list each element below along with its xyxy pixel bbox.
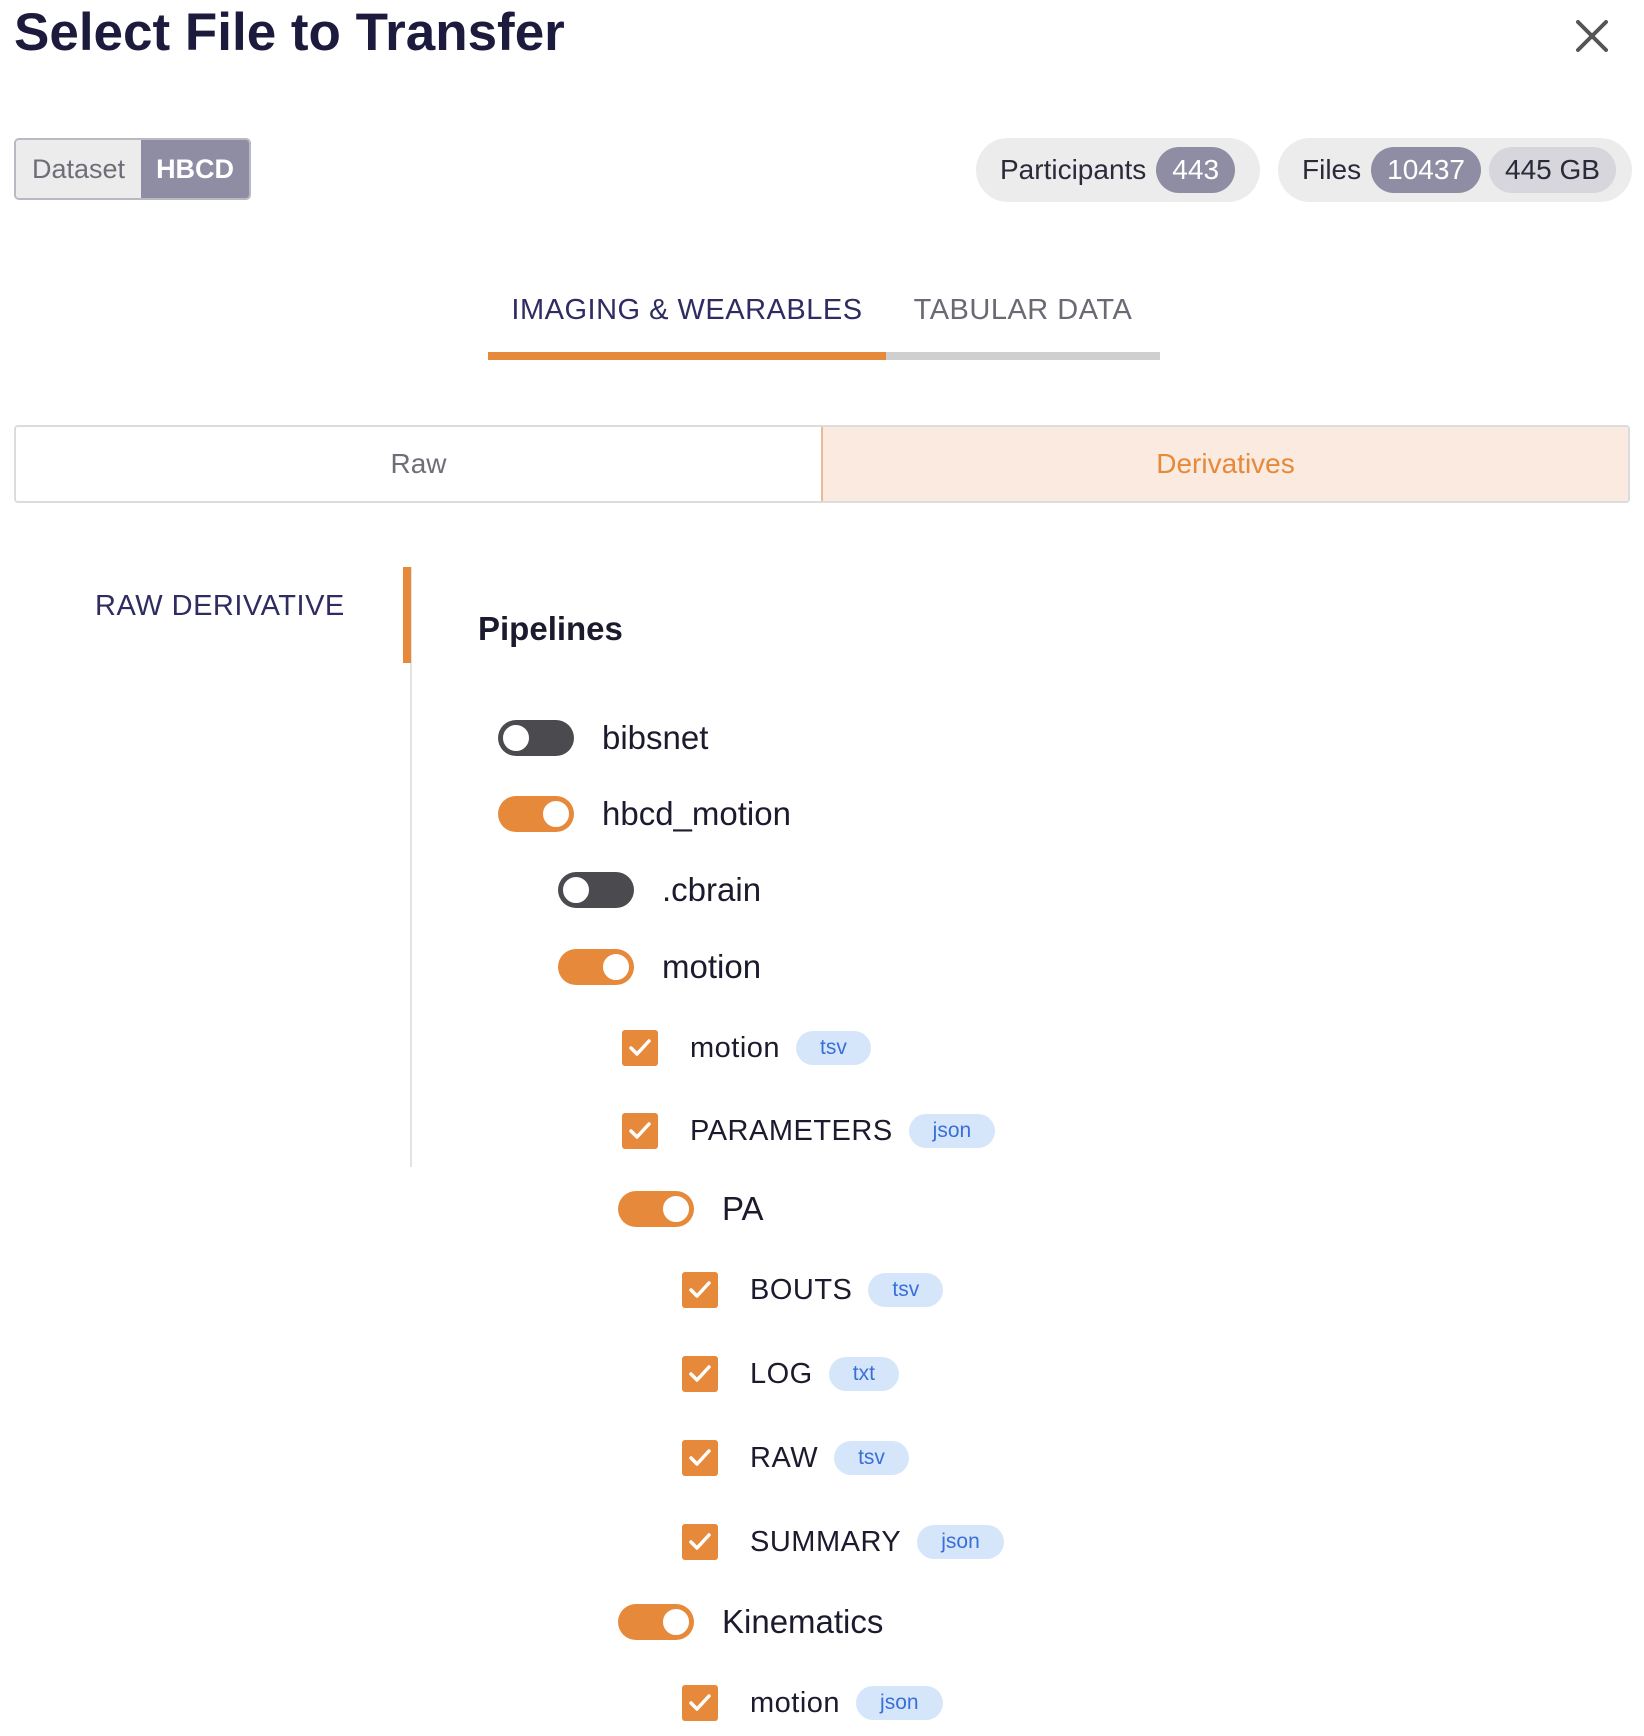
- hbcd-motion-toggle[interactable]: [498, 796, 574, 832]
- file-ext-badge: tsv: [834, 1441, 909, 1475]
- pipeline-row-motion: motion: [558, 942, 761, 992]
- kinematics-motion-file-label: motion: [750, 1686, 841, 1719]
- bouts-file-label: BOUTS: [750, 1273, 853, 1306]
- motion-label: motion: [662, 948, 762, 985]
- cbrain-label: .cbrain: [662, 871, 762, 908]
- files-pill: Files 10437 445 GB: [1278, 138, 1632, 202]
- bibsnet-toggle[interactable]: [498, 720, 574, 756]
- tab-tabular-data[interactable]: TABULAR DATA: [886, 288, 1160, 360]
- files-size: 445 GB: [1489, 147, 1616, 193]
- summary-file-label: SUMMARY: [750, 1525, 902, 1558]
- segment-derivatives[interactable]: Derivatives: [821, 427, 1628, 501]
- raw-file-label: RAW: [750, 1441, 819, 1474]
- cbrain-toggle[interactable]: [558, 872, 634, 908]
- summary-file-checkbox[interactable]: [682, 1524, 718, 1560]
- file-row-parameters: PARAMETERS json: [622, 1106, 996, 1156]
- toggle-knob: [561, 875, 591, 905]
- check-icon: [629, 1039, 651, 1056]
- raw-file-checkbox[interactable]: [682, 1440, 718, 1476]
- motion-file-checkbox[interactable]: [622, 1030, 658, 1066]
- parameters-file-label: PARAMETERS: [690, 1114, 893, 1147]
- file-row-summary: SUMMARY json: [682, 1517, 1004, 1567]
- file-ext-badge: tsv: [796, 1031, 871, 1065]
- toggle-knob: [601, 952, 631, 982]
- pipelines-title: Pipelines: [478, 610, 623, 647]
- check-icon: [629, 1122, 651, 1139]
- check-icon: [689, 1281, 711, 1298]
- pipeline-row-hbcd-motion: hbcd_motion: [498, 789, 791, 839]
- toggle-knob: [661, 1194, 691, 1224]
- dataset-value[interactable]: HBCD: [141, 140, 250, 198]
- parameters-file-checkbox[interactable]: [622, 1113, 658, 1149]
- kinematics-label: Kinematics: [722, 1603, 884, 1640]
- file-ext-badge: json: [856, 1686, 943, 1720]
- toggle-knob: [661, 1607, 691, 1637]
- tab-inactive-indicator: [886, 352, 1160, 360]
- check-icon: [689, 1365, 711, 1382]
- file-ext-badge: json: [908, 1114, 996, 1148]
- log-file-checkbox[interactable]: [682, 1356, 718, 1392]
- kinematics-motion-file-checkbox[interactable]: [682, 1685, 718, 1721]
- participants-pill: Participants 443: [976, 138, 1260, 202]
- tab-active-indicator: [488, 352, 886, 360]
- file-row-log: LOG txt: [682, 1349, 899, 1399]
- sidenav-item-raw-derivative[interactable]: RAW DERIVATIVE: [95, 590, 345, 623]
- dialog-title: Select File to Transfer: [14, 3, 565, 62]
- files-label: Files: [1302, 154, 1362, 185]
- participants-count: 443: [1156, 147, 1236, 193]
- bibsnet-label: bibsnet: [602, 719, 709, 756]
- close-button[interactable]: [1568, 12, 1616, 60]
- check-icon: [689, 1694, 711, 1711]
- motion-toggle[interactable]: [558, 949, 634, 985]
- toggle-knob: [501, 723, 531, 753]
- raw-derivatives-toggle: Raw Derivatives: [14, 425, 1630, 503]
- check-icon: [689, 1449, 711, 1466]
- close-icon: [1576, 20, 1608, 52]
- file-ext-badge: json: [917, 1525, 1004, 1559]
- pa-toggle[interactable]: [618, 1191, 694, 1227]
- log-file-label: LOG: [750, 1357, 813, 1390]
- hbcd-motion-label: hbcd_motion: [602, 795, 791, 832]
- kinematics-toggle[interactable]: [618, 1604, 694, 1640]
- toggle-knob: [541, 799, 571, 829]
- pa-label: PA: [722, 1190, 764, 1227]
- file-row-motion: motion tsv: [622, 1023, 871, 1073]
- participants-label: Participants: [1000, 154, 1147, 185]
- tab-imaging-wearables[interactable]: IMAGING & WEARABLES: [488, 288, 886, 360]
- dataset-selector[interactable]: Dataset HBCD: [14, 138, 252, 200]
- file-row-bouts: BOUTS tsv: [682, 1265, 944, 1315]
- sidenav-active-indicator: [403, 567, 411, 663]
- file-row-kinematics-motion: motion json: [682, 1678, 943, 1728]
- dataset-label: Dataset: [16, 140, 142, 198]
- pipeline-row-bibsnet: bibsnet: [498, 713, 708, 763]
- bouts-file-checkbox[interactable]: [682, 1272, 718, 1308]
- motion-file-label: motion: [690, 1031, 781, 1064]
- check-icon: [689, 1533, 711, 1550]
- file-ext-badge: tsv: [868, 1273, 944, 1307]
- file-ext-badge: txt: [828, 1357, 899, 1391]
- segment-raw[interactable]: Raw: [16, 427, 821, 501]
- pipeline-row-cbrain: .cbrain: [558, 865, 761, 915]
- files-count: 10437: [1371, 147, 1481, 193]
- pipeline-row-pa: PA: [618, 1184, 764, 1234]
- pipeline-row-kinematics: Kinematics: [618, 1597, 883, 1647]
- file-row-raw: RAW tsv: [682, 1433, 909, 1483]
